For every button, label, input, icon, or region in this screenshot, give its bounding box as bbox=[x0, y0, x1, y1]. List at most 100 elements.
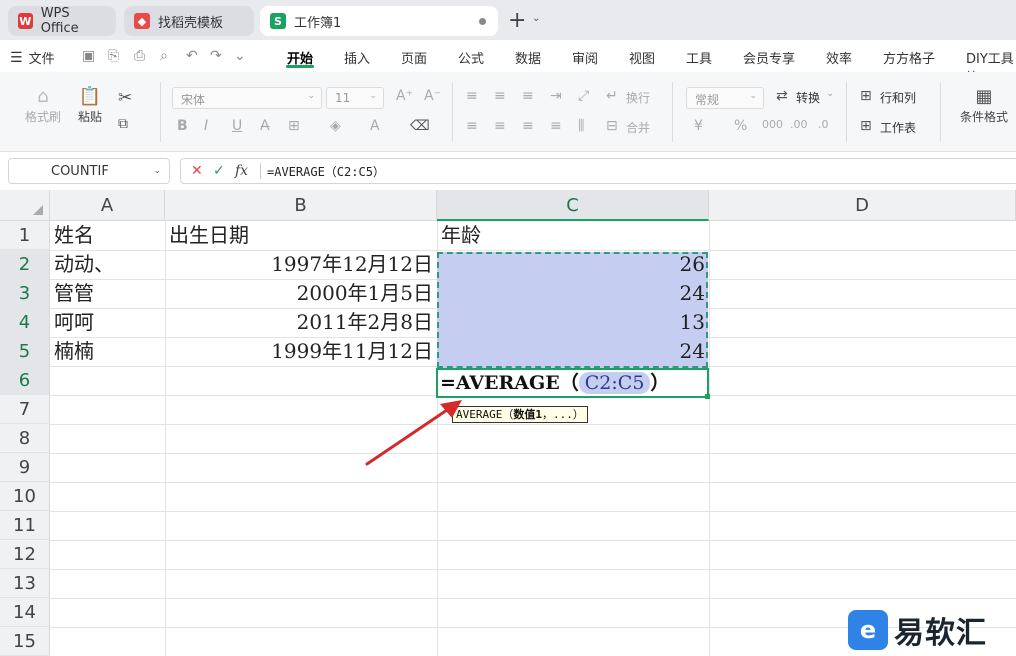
cell-b1[interactable]: 出生日期 bbox=[165, 221, 437, 250]
fill-handle[interactable] bbox=[705, 394, 710, 399]
row-header[interactable]: 1 bbox=[0, 221, 50, 250]
cancel-icon[interactable]: ✕ bbox=[191, 163, 203, 179]
convert-label[interactable]: 转换 bbox=[796, 89, 820, 106]
distribute-icon[interactable]: ⫼ bbox=[578, 118, 584, 134]
merge-label[interactable]: 合并 bbox=[626, 119, 650, 136]
wrap-text-icon[interactable]: ↵ bbox=[606, 88, 618, 104]
undo-icon[interactable]: ↶ bbox=[186, 48, 198, 64]
preview-icon[interactable]: ⌕ bbox=[160, 48, 168, 64]
row-header[interactable]: 3 bbox=[0, 279, 50, 308]
menu-page[interactable]: 页面 bbox=[401, 48, 427, 67]
cell-b5[interactable]: 1999年11月12日 bbox=[165, 337, 437, 366]
decrease-font-icon[interactable]: A⁻ bbox=[424, 88, 441, 104]
format-painter-button[interactable]: ⌂ 格式刷 bbox=[22, 86, 64, 125]
cell-c3[interactable]: 24 bbox=[437, 279, 709, 308]
menu-data[interactable]: 数据 bbox=[515, 48, 541, 67]
row-header[interactable]: 15 bbox=[0, 627, 50, 656]
cell-a3[interactable]: 管管 bbox=[50, 279, 165, 308]
thousands-icon[interactable]: 000 bbox=[762, 118, 783, 131]
fill-color-icon[interactable]: ◈ bbox=[330, 118, 341, 134]
convert-icon[interactable]: ⇄ bbox=[776, 88, 788, 104]
align-middle-icon[interactable]: ≡ bbox=[494, 88, 506, 104]
row-header[interactable]: 8 bbox=[0, 424, 50, 453]
cut-icon[interactable]: ✂ bbox=[118, 88, 132, 108]
confirm-icon[interactable]: ✓ bbox=[213, 163, 225, 179]
file-menu[interactable]: ☰ 文件 bbox=[10, 48, 55, 68]
column-header-d[interactable]: D bbox=[709, 190, 1016, 221]
number-format-select[interactable]: 常规 ⌄ bbox=[686, 87, 764, 109]
cell-c1[interactable]: 年龄 bbox=[437, 221, 709, 250]
cell-c6-editor[interactable]: =AVERAGE（ C2:C5） bbox=[440, 369, 669, 397]
unsaved-dot-icon[interactable] bbox=[479, 18, 486, 25]
bold-icon[interactable]: B bbox=[177, 118, 188, 134]
menu-formula[interactable]: 公式 bbox=[458, 48, 484, 67]
formula-input-area[interactable]: ✕ ✓ fx =AVERAGE（C2:C5） bbox=[180, 158, 1016, 184]
underline-icon[interactable]: U bbox=[232, 118, 242, 134]
font-name-select[interactable]: 宋体 ⌄ bbox=[172, 87, 322, 109]
row-header[interactable]: 7 bbox=[0, 395, 50, 424]
increase-decimal-icon[interactable]: .00 bbox=[790, 118, 808, 131]
worksheet-label[interactable]: 工作表 bbox=[880, 119, 916, 136]
tab-template[interactable]: ◆ 找稻壳模板 bbox=[124, 6, 254, 36]
name-box[interactable]: COUNTIF ⌄ bbox=[8, 158, 170, 184]
menu-ffcell[interactable]: 方方格子 bbox=[883, 48, 935, 67]
menu-view[interactable]: 视图 bbox=[629, 48, 655, 67]
cell-b4[interactable]: 2011年2月8日 bbox=[165, 308, 437, 337]
cell-b2[interactable]: 1997年12月12日 bbox=[165, 250, 437, 279]
wrap-text-label[interactable]: 换行 bbox=[626, 89, 650, 106]
row-header[interactable]: 10 bbox=[0, 482, 50, 511]
menu-tools[interactable]: 工具 bbox=[686, 48, 712, 67]
column-header-c[interactable]: C bbox=[437, 190, 709, 221]
menu-efficiency[interactable]: 效率 bbox=[826, 48, 852, 67]
column-header-b[interactable]: B bbox=[165, 190, 437, 221]
currency-icon[interactable]: ¥ bbox=[694, 118, 703, 134]
chevron-down-icon[interactable]: ⌄ bbox=[826, 88, 834, 99]
clear-format-icon[interactable]: ⌫ bbox=[410, 118, 430, 134]
insert-function-icon[interactable]: fx bbox=[235, 163, 248, 179]
increase-font-icon[interactable]: A⁺ bbox=[396, 88, 413, 104]
tab-wps-office[interactable]: W WPS Office bbox=[8, 6, 116, 36]
row-header[interactable]: 14 bbox=[0, 598, 50, 627]
menu-review[interactable]: 审阅 bbox=[572, 48, 598, 67]
align-top-icon[interactable]: ≡ bbox=[466, 88, 478, 104]
row-header[interactable]: 12 bbox=[0, 540, 50, 569]
chevron-down-icon[interactable]: ⌄ bbox=[532, 13, 540, 24]
row-header[interactable]: 9 bbox=[0, 453, 50, 482]
row-header[interactable]: 11 bbox=[0, 511, 50, 540]
paste-button[interactable]: 📋 粘贴 bbox=[70, 86, 110, 125]
quick-access-chevron-icon[interactable]: ⌄ bbox=[234, 48, 246, 64]
copy-icon[interactable]: ⧉ bbox=[118, 116, 128, 132]
align-bottom-icon[interactable]: ≡ bbox=[522, 88, 534, 104]
border-icon[interactable]: ⊞ bbox=[288, 118, 300, 134]
cell-a5[interactable]: 楠楠 bbox=[50, 337, 165, 366]
tab-workbook[interactable]: S 工作簿1 bbox=[260, 6, 498, 36]
menu-member[interactable]: 会员专享 bbox=[743, 48, 795, 67]
export-icon[interactable]: ⎘ bbox=[108, 48, 119, 64]
merge-icon[interactable]: ⊟ bbox=[606, 118, 618, 134]
row-header[interactable]: 4 bbox=[0, 308, 50, 337]
column-header-a[interactable]: A bbox=[50, 190, 165, 221]
align-right-icon[interactable]: ≡ bbox=[522, 118, 534, 134]
formula-input[interactable]: =AVERAGE（C2:C5） bbox=[267, 163, 385, 180]
cell-a1[interactable]: 姓名 bbox=[50, 221, 165, 250]
row-header[interactable]: 13 bbox=[0, 569, 50, 598]
print-icon[interactable]: ⎙ bbox=[134, 48, 145, 64]
decrease-decimal-icon[interactable]: .0 bbox=[818, 118, 829, 131]
cell-c5[interactable]: 24 bbox=[437, 337, 709, 366]
percent-icon[interactable]: % bbox=[734, 118, 747, 134]
cell-a4[interactable]: 呵呵 bbox=[50, 308, 165, 337]
italic-icon[interactable]: I bbox=[204, 118, 208, 134]
align-center-icon[interactable]: ≡ bbox=[494, 118, 506, 134]
cell-c4[interactable]: 13 bbox=[437, 308, 709, 337]
cell-b3[interactable]: 2000年1月5日 bbox=[165, 279, 437, 308]
worksheet-icon[interactable]: ⊞ bbox=[860, 118, 872, 134]
font-size-select[interactable]: 11 ⌄ bbox=[326, 87, 384, 109]
row-col-icon[interactable]: ⊞ bbox=[860, 88, 872, 104]
conditional-format-button[interactable]: ▦ 条件格式 bbox=[952, 86, 1016, 125]
strikethrough-icon[interactable]: A̶ bbox=[260, 118, 270, 134]
row-col-label[interactable]: 行和列 bbox=[880, 89, 916, 106]
orientation-icon[interactable]: ⤢ bbox=[578, 88, 589, 104]
redo-icon[interactable]: ↷ bbox=[210, 48, 222, 64]
font-color-icon[interactable]: A bbox=[370, 118, 380, 134]
cell-c2[interactable]: 26 bbox=[437, 250, 709, 279]
